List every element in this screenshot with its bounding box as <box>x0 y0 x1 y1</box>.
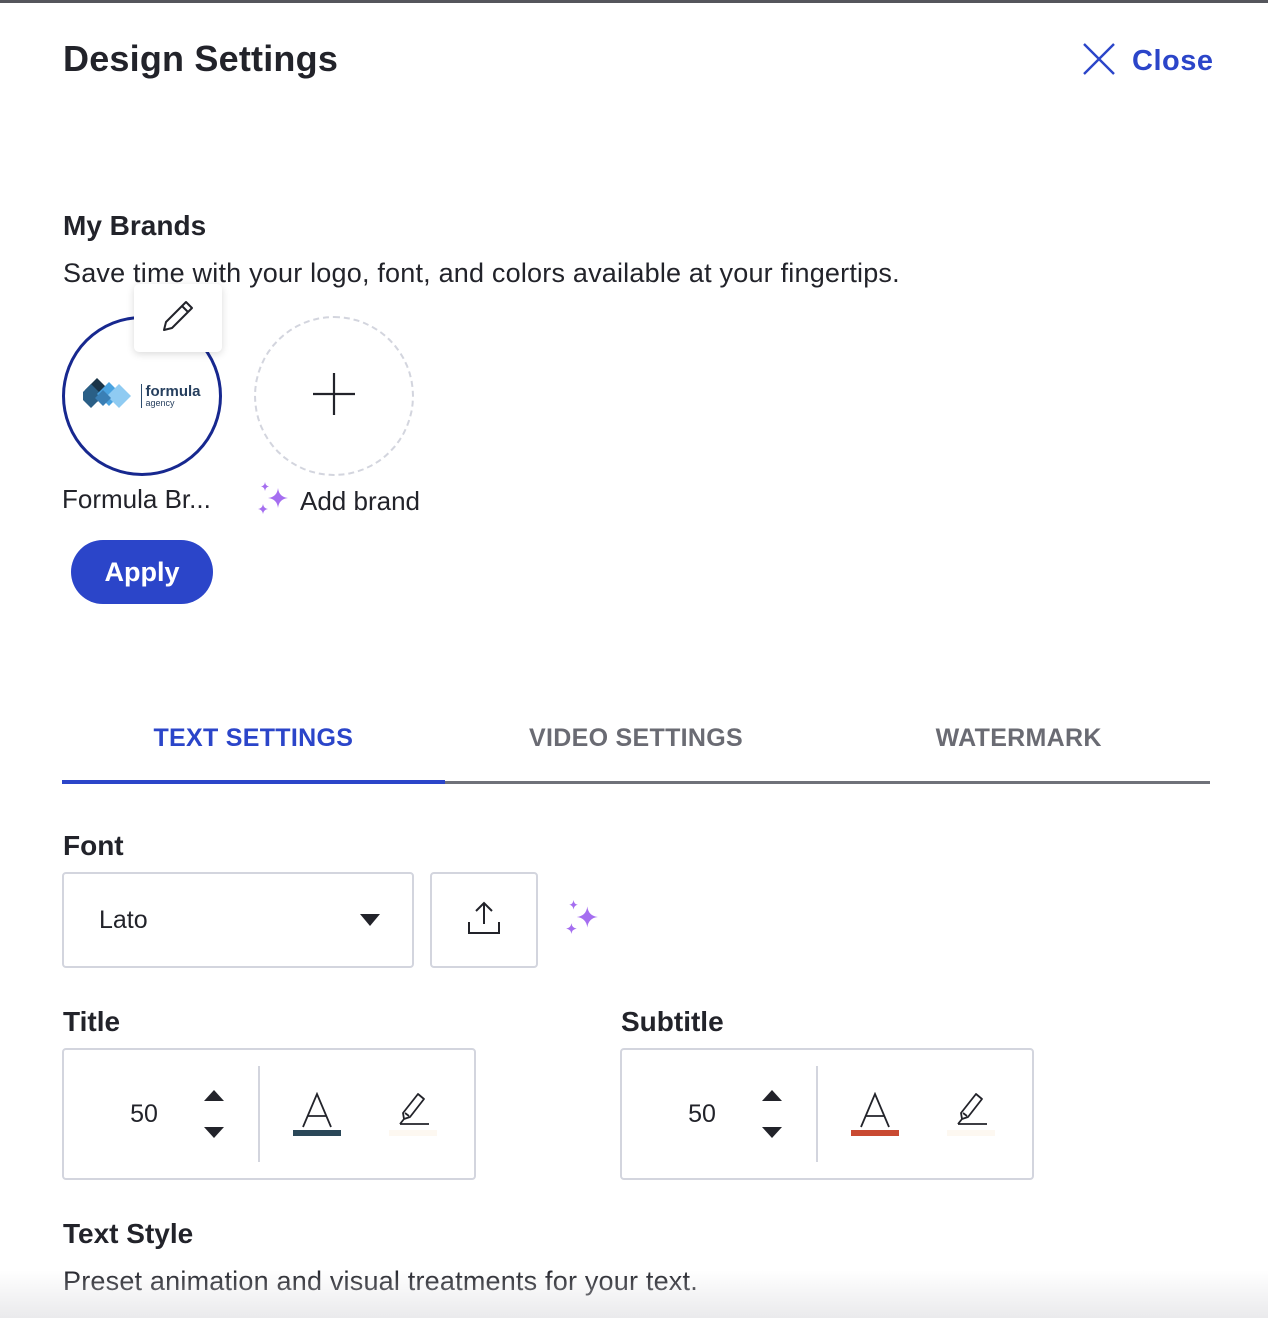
highlighter-icon <box>957 1093 987 1125</box>
title-label: Title <box>63 1006 121 1037</box>
close-x-icon <box>1082 42 1116 81</box>
close-button[interactable]: Close <box>1082 42 1213 81</box>
upload-font-button[interactable] <box>430 872 538 968</box>
decrease-arrow-icon[interactable] <box>762 1127 782 1138</box>
title-highlight-color-button[interactable] <box>388 1092 438 1136</box>
text-style-heading: Text Style <box>63 1218 194 1249</box>
upload-icon <box>466 900 502 941</box>
subtitle-highlight-color-button[interactable] <box>946 1092 996 1136</box>
font-select[interactable]: Lato <box>62 872 414 968</box>
title-style-controls: 50 <box>62 1048 476 1180</box>
subtitle-text-color-swatch <box>851 1130 899 1136</box>
my-brands-heading: My Brands <box>63 210 207 241</box>
subtitle-style-controls: 50 <box>620 1048 1034 1180</box>
text-color-icon <box>860 1092 890 1128</box>
font-select-value: Lato <box>99 905 148 934</box>
title-text-color-button[interactable] <box>292 1092 342 1136</box>
subtitle-label: Subtitle <box>621 1006 724 1037</box>
tab-video-settings[interactable]: VIDEO SETTINGS <box>445 700 828 781</box>
brand-name: Formula Br... <box>62 484 211 514</box>
title-highlight-color-swatch <box>389 1130 437 1136</box>
tab-watermark[interactable]: WATERMARK <box>827 700 1210 781</box>
text-color-icon <box>302 1092 332 1128</box>
edit-brand-button[interactable] <box>134 284 222 352</box>
text-style-description: Preset animation and visual treatments f… <box>63 1266 698 1296</box>
subtitle-text-color-button[interactable] <box>850 1092 900 1136</box>
window-top-border <box>0 0 1268 3</box>
page-title: Design Settings <box>63 38 339 79</box>
subtitle-size-value[interactable]: 50 <box>622 1100 752 1129</box>
title-text-color-swatch <box>293 1130 341 1136</box>
decrease-arrow-icon[interactable] <box>204 1127 224 1138</box>
sparkle-icon <box>564 900 600 940</box>
plus-icon <box>312 372 356 421</box>
add-brand-label: Add brand <box>300 486 420 516</box>
settings-tabs: TEXT SETTINGS VIDEO SETTINGS WATERMARK <box>62 700 1210 784</box>
sparkle-icon <box>256 482 290 521</box>
tab-text-settings[interactable]: TEXT SETTINGS <box>62 700 445 784</box>
brand-logo: formula agency <box>83 378 201 414</box>
increase-arrow-icon[interactable] <box>762 1090 782 1101</box>
subtitle-highlight-color-swatch <box>947 1130 995 1136</box>
ai-font-button[interactable] <box>564 900 600 941</box>
divider <box>816 1066 818 1162</box>
apply-button[interactable]: Apply <box>71 540 213 604</box>
caret-down-icon <box>360 914 380 926</box>
add-brand-link[interactable]: Add brand <box>256 482 420 521</box>
highlighter-icon <box>399 1093 429 1125</box>
logo-subtext: agency <box>145 398 175 408</box>
title-size-value[interactable]: 50 <box>64 1100 194 1129</box>
close-label: Close <box>1132 45 1214 77</box>
increase-arrow-icon[interactable] <box>204 1090 224 1101</box>
title-size-stepper <box>194 1090 234 1138</box>
subtitle-size-stepper <box>752 1090 792 1138</box>
font-label: Font <box>63 830 124 861</box>
formula-logo-icon <box>83 378 132 408</box>
pencil-icon <box>161 299 195 338</box>
add-brand-circle[interactable] <box>254 316 414 476</box>
divider <box>258 1066 260 1162</box>
logo-text: formula <box>145 383 201 400</box>
